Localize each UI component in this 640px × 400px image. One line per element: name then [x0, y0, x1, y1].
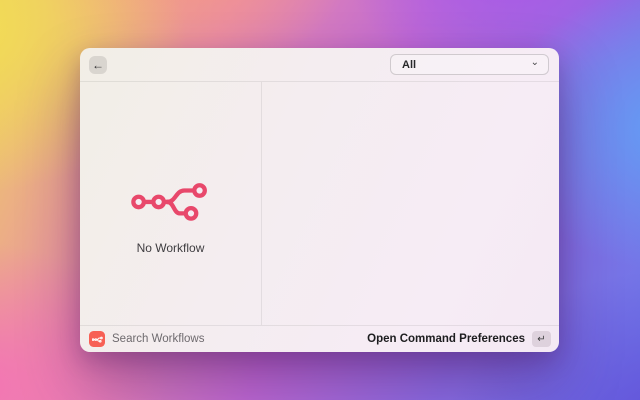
chevron-down-icon: ⌄: [530, 57, 539, 68]
empty-state: No Workflow: [130, 179, 211, 255]
detail-panel: [262, 82, 559, 325]
filter-dropdown[interactable]: All ⌄: [390, 54, 549, 75]
command-info: Search Workflows: [89, 331, 204, 347]
back-button[interactable]: ←: [89, 55, 107, 74]
primary-action-label: Open Command Preferences: [367, 333, 525, 345]
footer-bar: Search Workflows Open Command Preference…: [80, 325, 559, 352]
command-label: Search Workflows: [112, 333, 205, 345]
window-header: ← All ⌄: [80, 48, 559, 82]
command-window: ← All ⌄ No Workflow Search Workflows Ope…: [80, 48, 559, 352]
primary-action[interactable]: Open Command Preferences ↵: [367, 331, 551, 347]
empty-state-label: No Workflow: [136, 240, 205, 255]
search-workflows-icon: [89, 331, 105, 347]
back-arrow-icon: ←: [92, 57, 104, 72]
content-area: No Workflow: [80, 82, 559, 325]
filter-dropdown-value: All: [402, 58, 417, 71]
enter-key-badge: ↵: [532, 331, 551, 347]
workflow-icon: [130, 182, 207, 221]
enter-key-icon: ↵: [537, 333, 546, 345]
workflow-list-panel: No Workflow: [80, 82, 262, 325]
